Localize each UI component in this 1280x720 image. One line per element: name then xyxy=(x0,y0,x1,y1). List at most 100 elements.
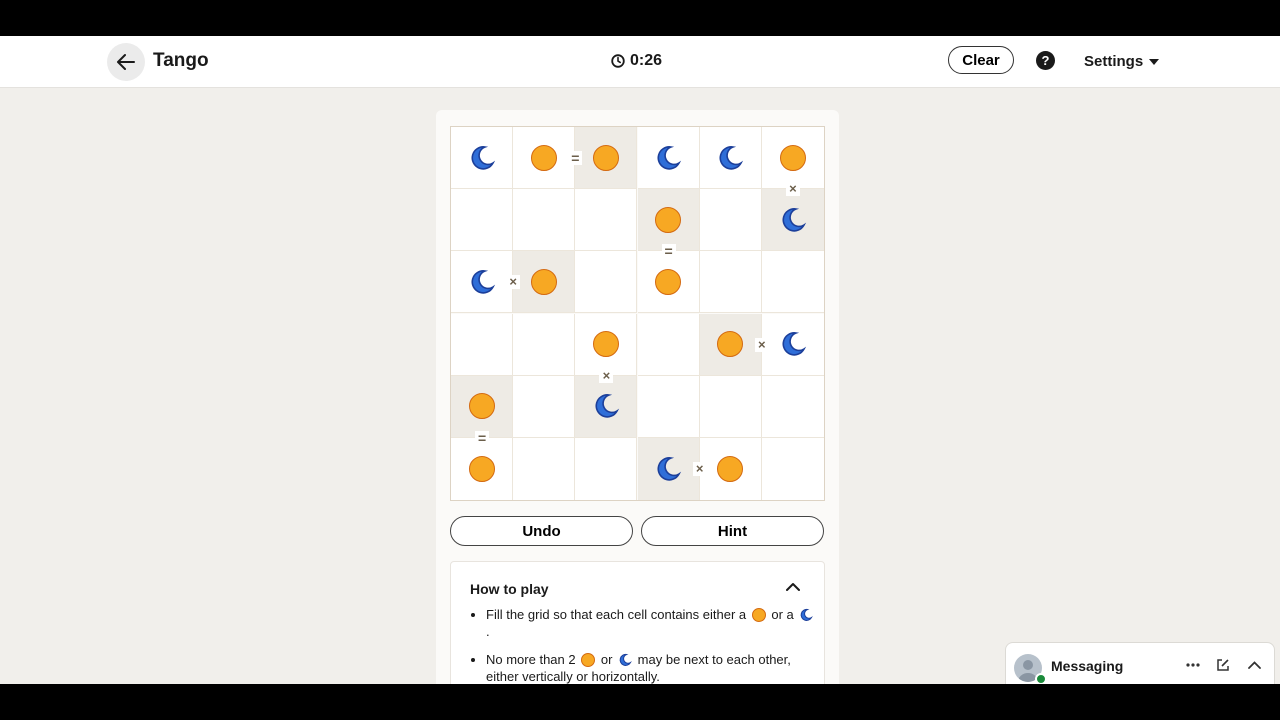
settings-menu[interactable]: Settings xyxy=(1084,53,1160,70)
rule-text: . xyxy=(486,624,490,639)
board-cell[interactable] xyxy=(761,437,824,500)
moon-icon xyxy=(619,653,632,666)
board-cell[interactable] xyxy=(451,251,514,314)
board-cell[interactable] xyxy=(575,127,638,190)
sun-icon xyxy=(468,455,495,482)
board-cell[interactable] xyxy=(513,313,576,376)
board-cell[interactable] xyxy=(575,437,638,500)
board-cell[interactable] xyxy=(699,251,762,314)
sun-icon xyxy=(530,268,557,295)
opposite-constraint: × xyxy=(785,182,800,197)
sun-icon xyxy=(468,393,495,420)
game-title: Tango xyxy=(153,50,209,71)
sun-icon xyxy=(779,144,806,171)
page: Tango 0:26 Clear ? Settings = × = × × × = × Und… xyxy=(0,36,1280,684)
board-cell[interactable] xyxy=(699,437,762,500)
sun-icon xyxy=(592,144,619,171)
board-cell[interactable] xyxy=(575,313,638,376)
game-panel: = × = × × × = × Undo Hint How to play Fill the … xyxy=(436,110,839,684)
equal-constraint: = xyxy=(661,244,676,259)
how-to-play-title: How to play xyxy=(470,581,549,597)
settings-label: Settings xyxy=(1084,53,1144,70)
moon-icon xyxy=(782,332,807,356)
clear-button[interactable]: Clear xyxy=(948,46,1014,74)
equal-constraint: = xyxy=(568,151,583,166)
board-cell[interactable] xyxy=(513,437,576,500)
chevron-up-icon[interactable] xyxy=(786,582,800,591)
how-to-play-panel: How to play Fill the grid so that each c… xyxy=(450,561,825,684)
rule-text: No more than 2 xyxy=(486,652,576,667)
moon-icon xyxy=(801,608,814,621)
undo-button[interactable]: Undo xyxy=(450,516,633,546)
caret-down-icon xyxy=(1149,58,1160,65)
board-cell[interactable] xyxy=(575,375,638,438)
board-cell[interactable] xyxy=(513,375,576,438)
board-cell[interactable] xyxy=(451,437,514,500)
board-cell[interactable] xyxy=(451,127,514,190)
moon-icon xyxy=(471,270,495,294)
board-cell[interactable] xyxy=(637,189,700,252)
sun-icon xyxy=(530,144,557,171)
chevron-up-icon[interactable] xyxy=(1246,657,1262,673)
moon-icon xyxy=(471,145,495,170)
moon-icon xyxy=(782,207,807,232)
opposite-constraint: × xyxy=(692,461,707,476)
help-icon[interactable]: ? xyxy=(1036,51,1055,70)
sun-icon xyxy=(655,268,682,295)
board-cell[interactable] xyxy=(513,189,576,252)
rule-text: or a xyxy=(771,607,794,622)
sun-icon xyxy=(717,331,744,358)
board-cell[interactable] xyxy=(575,251,638,314)
sun-icon xyxy=(592,331,619,358)
board-cell[interactable] xyxy=(637,437,700,500)
board-cell[interactable] xyxy=(451,375,514,438)
moon-icon xyxy=(657,145,682,170)
board-cell[interactable] xyxy=(761,313,824,376)
timer-value: 0:26 xyxy=(630,52,663,69)
moon-icon xyxy=(657,457,682,481)
back-button[interactable] xyxy=(107,43,145,81)
opposite-constraint: × xyxy=(599,368,614,383)
timer: 0:26 xyxy=(611,52,662,70)
sun-icon xyxy=(581,653,596,667)
messaging-label: Messaging xyxy=(1051,658,1124,674)
opposite-constraint: × xyxy=(754,337,769,352)
board-cell[interactable] xyxy=(451,189,514,252)
sun-icon xyxy=(751,608,766,622)
rule-item: No more than 2 or may be next to each ot… xyxy=(486,651,816,684)
hint-button[interactable]: Hint xyxy=(641,516,824,546)
moon-icon xyxy=(595,394,620,418)
board-cell[interactable] xyxy=(699,375,762,438)
board-cell[interactable] xyxy=(761,251,824,314)
opposite-constraint: × xyxy=(506,275,521,290)
rules-list: Fill the grid so that each cell contains… xyxy=(470,606,816,684)
board-cell[interactable] xyxy=(451,313,514,376)
rule-text: Fill the grid so that each cell contains… xyxy=(486,607,747,622)
board-cell[interactable] xyxy=(761,375,824,438)
board-cell[interactable] xyxy=(637,127,700,190)
board-cell[interactable] xyxy=(637,375,700,438)
board-cell[interactable] xyxy=(699,127,762,190)
moon-icon xyxy=(719,145,744,170)
more-icon[interactable] xyxy=(1185,657,1201,673)
messaging-bar[interactable]: Messaging xyxy=(1005,642,1275,684)
board-cell[interactable] xyxy=(637,313,700,376)
game-board: = × = × × × = × xyxy=(450,126,825,501)
control-buttons: Undo Hint xyxy=(450,516,825,546)
board-cell[interactable] xyxy=(761,127,824,190)
sun-icon xyxy=(655,206,682,233)
board-cell[interactable] xyxy=(761,189,824,252)
rule-text: or xyxy=(600,652,613,667)
online-status-indicator xyxy=(1035,673,1047,684)
board-cell[interactable] xyxy=(699,189,762,252)
board-cell[interactable] xyxy=(513,251,576,314)
board-cell[interactable] xyxy=(575,189,638,252)
rule-item: Fill the grid so that each cell contains… xyxy=(486,606,816,640)
board-cell[interactable] xyxy=(699,313,762,376)
board-cell[interactable] xyxy=(637,251,700,314)
top-bar: Tango 0:26 Clear ? Settings xyxy=(0,36,1280,88)
board-cell[interactable] xyxy=(513,127,576,190)
sun-icon xyxy=(717,455,744,482)
equal-constraint: = xyxy=(475,430,490,445)
compose-icon[interactable] xyxy=(1215,657,1231,673)
